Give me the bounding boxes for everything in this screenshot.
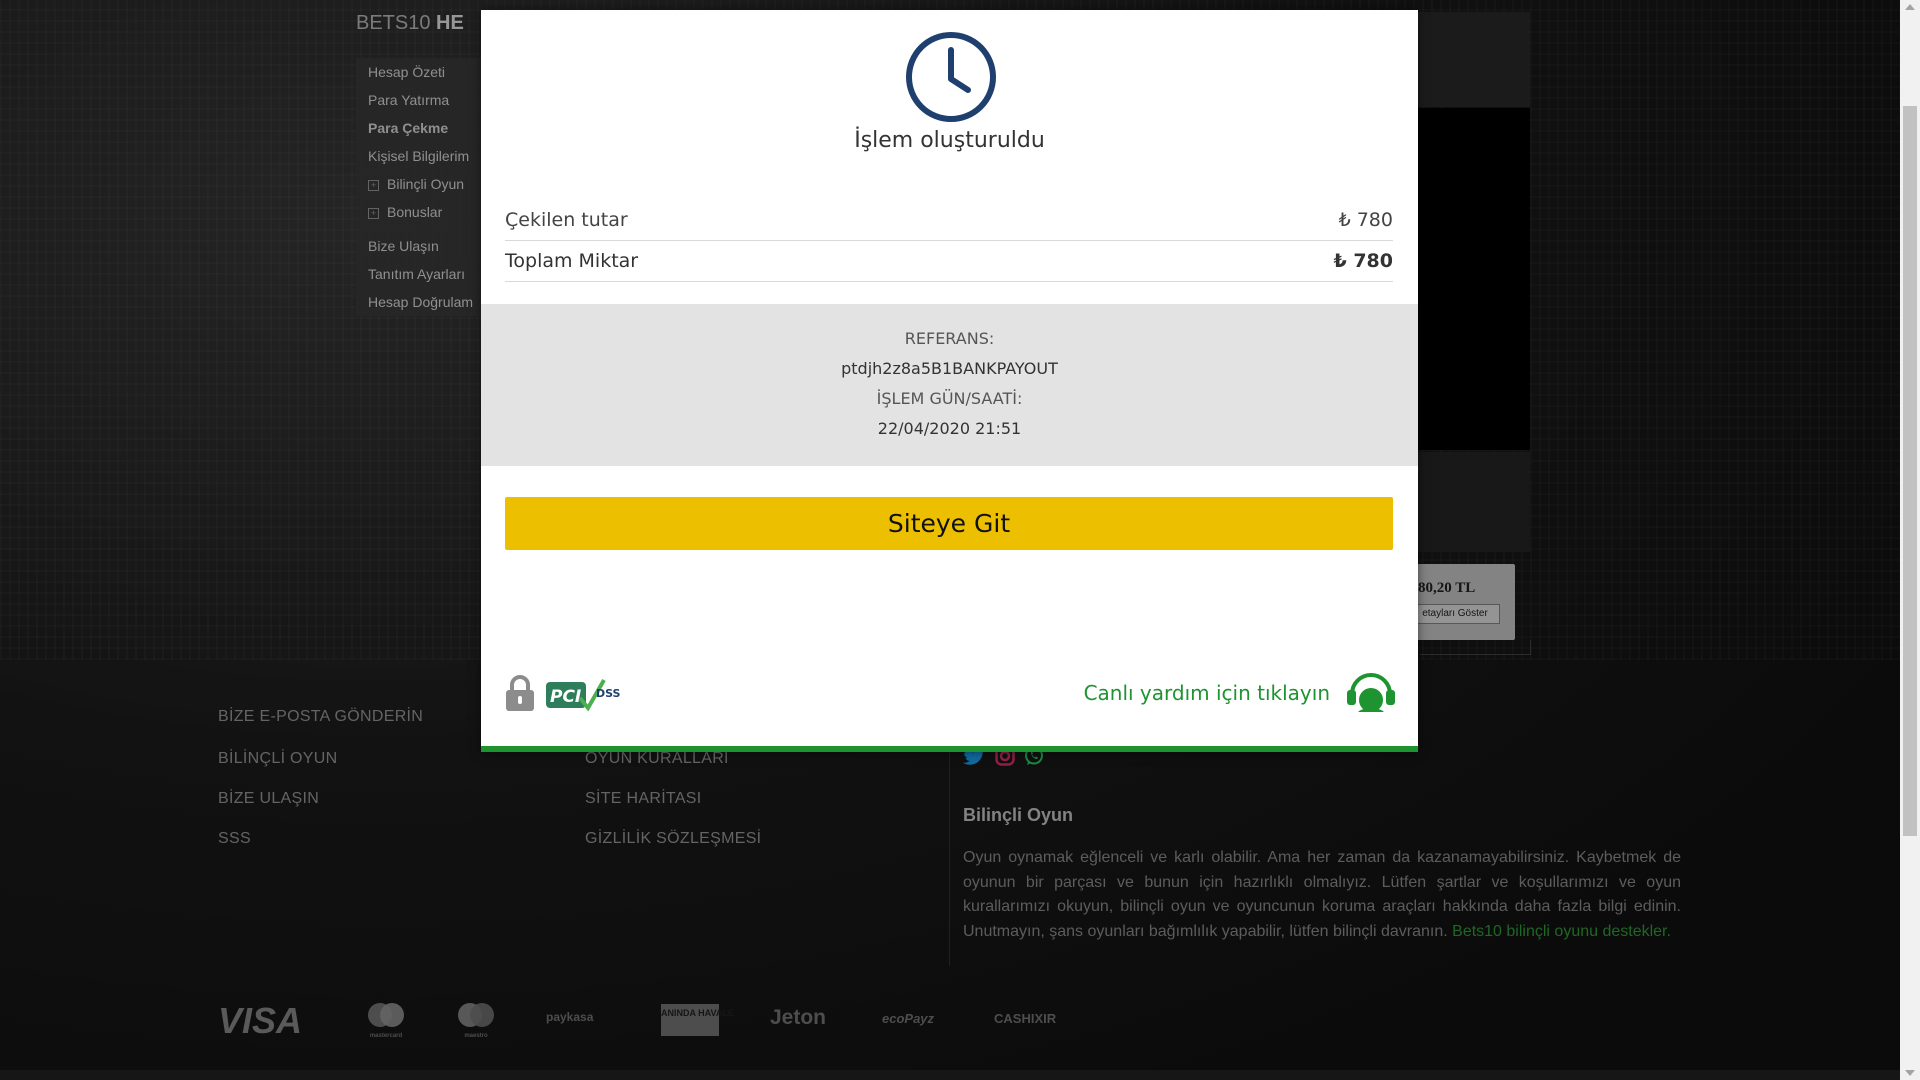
live-help-link[interactable]: Canlı yardım için tıklayın xyxy=(1084,678,1330,708)
datetime-value: 22/04/2020 21:51 xyxy=(877,419,1022,438)
headset-icon[interactable] xyxy=(1346,670,1396,716)
ref-spacer xyxy=(481,304,1418,324)
lock-icon xyxy=(506,675,534,711)
row-label: Toplam Miktar xyxy=(505,250,639,272)
reference-box: REFERANS: ptdjh2z8a5B1BANKPAYOUT İŞLEM G… xyxy=(481,304,1418,466)
scroll-down-arrow-icon[interactable] xyxy=(1905,1070,1915,1076)
vertical-scrollbar[interactable] xyxy=(1900,0,1920,1080)
scroll-up-arrow-icon[interactable] xyxy=(1905,4,1915,10)
go-to-site-button[interactable]: Siteye Git xyxy=(505,497,1393,550)
modal-title: İşlem oluşturuldu xyxy=(854,128,1045,153)
datetime-label: İŞLEM GÜN/SAATİ: xyxy=(876,389,1023,408)
pci-text: PCI xyxy=(550,687,581,707)
row-amount: ₺ 780 xyxy=(1338,209,1393,231)
reference-value: ptdjh2z8a5B1BANKPAYOUT xyxy=(841,359,1058,378)
summary-row-total: Toplam Miktar ₺ 780 xyxy=(505,241,1393,282)
dss-text: DSS xyxy=(596,687,621,700)
row-amount: ₺ 780 xyxy=(1333,250,1394,272)
row-label: Çekilen tutar xyxy=(505,209,628,231)
summary-row-withdrawn: Çekilen tutar ₺ 780 xyxy=(505,200,1393,241)
clock-icon xyxy=(906,32,996,122)
scrollbar-thumb[interactable] xyxy=(1903,106,1917,836)
pci-dss-logo: PCI DSS xyxy=(546,679,621,712)
reference-label: REFERANS: xyxy=(904,329,995,348)
transaction-modal: İşlem oluşturuldu Çekilen tutar ₺ 780 To… xyxy=(481,10,1418,752)
amount-summary: Çekilen tutar ₺ 780 Toplam Miktar ₺ 780 xyxy=(505,200,1393,282)
